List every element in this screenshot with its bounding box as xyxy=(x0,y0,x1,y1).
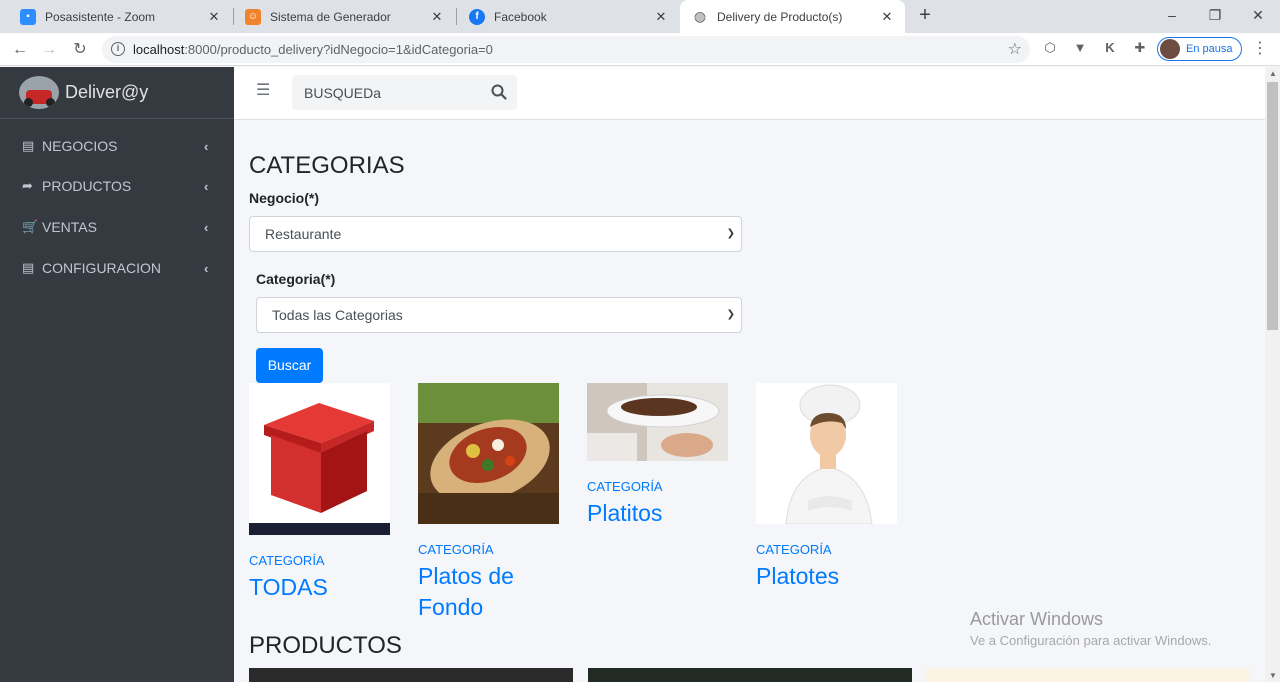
brand-link[interactable]: Deliver@y xyxy=(0,67,234,119)
negocio-select[interactable]: Restaurante ❯ xyxy=(249,216,742,252)
close-icon[interactable]: ✕ xyxy=(879,9,895,25)
close-icon[interactable]: ✕ xyxy=(429,9,445,25)
url-rest: :8000/producto_delivery?idNegocio=1&idCa… xyxy=(184,42,493,57)
sidebar-item-negocios[interactable]: ▤ NEGOCIOS ‹ xyxy=(0,126,234,166)
categories-heading: CATEGORIAS xyxy=(249,152,405,179)
chevron-left-icon: ‹ xyxy=(204,219,209,235)
info-icon[interactable]: i xyxy=(111,42,125,56)
cart-icon: 🛒 xyxy=(22,219,39,234)
forward-button[interactable]: → xyxy=(37,38,61,62)
product-image[interactable] xyxy=(249,668,573,682)
profile-button[interactable]: En pausa xyxy=(1157,37,1242,61)
brand-text: Deliver@y xyxy=(65,82,149,102)
address-bar[interactable]: i localhost:8000/producto_delivery?idNeg… xyxy=(102,36,1030,63)
scroll-down-icon[interactable]: ▼ xyxy=(1269,671,1277,680)
close-icon[interactable]: ✕ xyxy=(653,9,669,25)
close-window-button[interactable]: ✕ xyxy=(1235,0,1280,33)
url-text[interactable]: localhost:8000/producto_delivery?idNegoc… xyxy=(133,42,493,57)
sidebar-item-label: PRODUCTOS xyxy=(42,178,132,194)
search-icon[interactable] xyxy=(491,84,507,100)
chevron-down-icon: ❯ xyxy=(726,228,735,239)
main-content: CATEGORIAS Negocio(*) Restaurante ❯ Cate… xyxy=(234,120,1265,682)
puzzle-icon[interactable]: ✚ xyxy=(1132,40,1148,56)
bookmark-star-icon[interactable]: ☆ xyxy=(1008,39,1022,59)
tab-title: Delivery de Producto(s) xyxy=(717,9,843,24)
category-image[interactable] xyxy=(756,383,897,524)
browser-tab-strip: ▪ Posasistente - Zoom ✕ ☺ Sistema de Gen… xyxy=(0,0,1280,33)
sidebar-item-label: VENTAS xyxy=(42,219,97,235)
categoria-select[interactable]: Todas las Categorias ❯ xyxy=(256,297,742,333)
search-button[interactable]: Buscar xyxy=(256,348,323,383)
globe-icon: ◍ xyxy=(693,8,707,24)
reload-button[interactable]: ↻ xyxy=(68,38,92,62)
share-icon: ➦ xyxy=(22,178,33,193)
sidebar-item-productos[interactable]: ➦ PRODUCTOS ‹ xyxy=(0,166,234,206)
category-title[interactable]: Platos de Fondo xyxy=(418,561,578,623)
chevron-left-icon: ‹ xyxy=(204,138,209,154)
sidebar-item-configuracion[interactable]: ▤ CONFIGURACION ‹ xyxy=(0,248,234,288)
extension-shield-icon[interactable]: ⬡ xyxy=(1042,40,1058,56)
product-image[interactable] xyxy=(926,668,1250,682)
category-title[interactable]: TODAS xyxy=(249,572,409,603)
category-kicker: CATEGORÍA xyxy=(587,479,663,494)
brand-logo xyxy=(19,76,59,109)
facebook-icon: f xyxy=(469,8,485,25)
tab-generador[interactable]: ☺ Sistema de Generador ✕ xyxy=(233,0,455,33)
product-image[interactable] xyxy=(588,668,912,682)
minimize-button[interactable]: – xyxy=(1149,0,1195,33)
top-navbar: ☰ xyxy=(234,67,1265,120)
extension-vue-icon[interactable]: ▼ xyxy=(1072,40,1088,56)
products-heading: PRODUCTOS xyxy=(249,632,402,659)
category-image[interactable] xyxy=(418,383,559,524)
tab-title: Sistema de Generador xyxy=(270,9,391,24)
zoom-icon: ▪ xyxy=(20,8,36,25)
categoria-label: Categoria(*) xyxy=(256,271,336,287)
windows-activation-subtitle: Ve a Configuración para activar Windows. xyxy=(970,633,1212,648)
extension-k-icon[interactable]: K xyxy=(1102,40,1118,56)
chevron-down-icon: ❯ xyxy=(726,309,735,320)
chevron-left-icon: ‹ xyxy=(204,178,209,194)
category-image[interactable] xyxy=(587,383,728,461)
category-title[interactable]: Platotes xyxy=(756,561,916,592)
search-box xyxy=(292,75,517,110)
category-kicker: CATEGORÍA xyxy=(249,553,325,568)
url-host: localhost xyxy=(133,42,185,57)
menu-kebab-icon[interactable]: ⋮ xyxy=(1252,40,1268,58)
scrollbar-thumb[interactable] xyxy=(1267,82,1278,330)
category-kicker: CATEGORÍA xyxy=(418,542,494,557)
sidebar-item-ventas[interactable]: 🛒 VENTAS ‹ xyxy=(0,207,234,247)
categoria-selected-value: Todas las Categorias xyxy=(272,307,403,323)
sidebar-item-label: CONFIGURACION xyxy=(42,260,161,276)
negocio-label: Negocio(*) xyxy=(249,190,319,206)
sidebar-item-label: NEGOCIOS xyxy=(42,138,118,154)
tab-title: Posasistente - Zoom xyxy=(45,9,156,24)
scroll-up-icon[interactable]: ▲ xyxy=(1269,69,1277,78)
tab-delivery[interactable]: ◍ Delivery de Producto(s) ✕ xyxy=(680,0,905,33)
avatar xyxy=(1160,39,1180,59)
windows-activation-title: Activar Windows xyxy=(970,609,1104,629)
category-image[interactable] xyxy=(249,383,390,535)
restore-button[interactable]: ❐ xyxy=(1192,0,1238,33)
category-title[interactable]: Platitos xyxy=(587,498,747,529)
list-icon: ▤ xyxy=(22,260,35,275)
negocio-selected-value: Restaurante xyxy=(265,226,342,242)
close-icon[interactable]: ✕ xyxy=(206,9,222,25)
search-input[interactable] xyxy=(292,75,482,110)
browser-toolbar: ← → ↻ i localhost:8000/producto_delivery… xyxy=(0,33,1280,66)
tab-title: Facebook xyxy=(494,9,547,24)
generator-icon: ☺ xyxy=(245,8,261,25)
category-kicker: CATEGORÍA xyxy=(756,542,832,557)
tab-facebook[interactable]: f Facebook ✕ xyxy=(457,0,679,33)
profile-status: En pausa xyxy=(1186,43,1233,55)
hamburger-menu-icon[interactable]: ☰ xyxy=(256,83,272,99)
list-icon: ▤ xyxy=(22,138,35,153)
page-scrollbar[interactable]: ▲ ▼ xyxy=(1265,67,1280,682)
sidebar: Deliver@y ▤ NEGOCIOS ‹ ➦ PRODUCTOS ‹ 🛒 V… xyxy=(0,67,234,682)
chevron-left-icon: ‹ xyxy=(204,260,209,276)
back-button[interactable]: ← xyxy=(8,38,32,62)
tab-zoom[interactable]: ▪ Posasistente - Zoom ✕ xyxy=(8,0,232,33)
new-tab-button[interactable]: + xyxy=(913,4,937,28)
